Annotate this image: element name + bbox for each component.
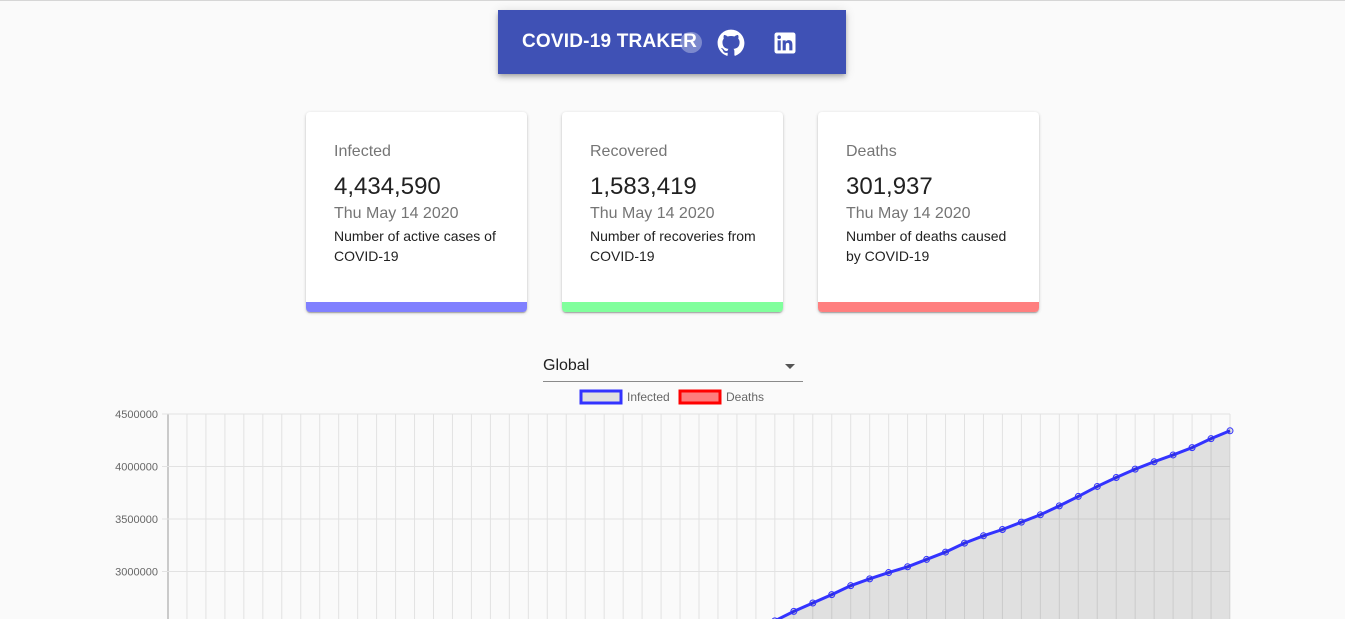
card-title: Deaths xyxy=(846,143,897,160)
card-recovered: Recovered 1,583,419 Thu May 14 2020 Numb… xyxy=(562,112,783,312)
title-ripple xyxy=(680,32,702,53)
data-point-infected[interactable] xyxy=(1150,458,1158,466)
data-point-infected[interactable] xyxy=(790,607,798,615)
data-point-infected[interactable] xyxy=(885,569,893,577)
data-point-infected[interactable] xyxy=(1207,435,1215,443)
data-point-infected[interactable] xyxy=(828,591,836,599)
data-point-infected[interactable] xyxy=(923,555,931,563)
card-value: 4,434,590 xyxy=(334,173,441,200)
card-accent-bar xyxy=(562,302,783,312)
top-rule xyxy=(0,0,1345,1)
data-point-infected[interactable] xyxy=(1188,444,1196,452)
card-date: Thu May 14 2020 xyxy=(846,205,971,222)
data-point-infected[interactable] xyxy=(1169,451,1177,459)
card-date: Thu May 14 2020 xyxy=(334,205,459,222)
card-infected: Infected 4,434,590 Thu May 14 2020 Numbe… xyxy=(306,112,527,312)
y-tick-label: 4000000 xyxy=(115,462,158,474)
dropdown-arrow-icon xyxy=(785,364,795,369)
card-title: Recovered xyxy=(590,143,668,160)
data-point-infected[interactable] xyxy=(1093,482,1101,490)
data-point-infected[interactable] xyxy=(809,599,817,607)
y-axis-ticks: 45000004000000350000030000002500000 xyxy=(115,409,158,579)
legend-label-deaths: Deaths xyxy=(726,390,764,404)
card-value: 301,937 xyxy=(846,173,933,200)
data-point-infected[interactable] xyxy=(961,539,968,547)
card-deaths: Deaths 301,937 Thu May 14 2020 Number of… xyxy=(818,112,1039,312)
app-title: COVID-19 TRAKER xyxy=(522,31,698,52)
card-description: Number of active cases of COVID-19 xyxy=(334,228,496,264)
card-value: 1,583,419 xyxy=(590,173,697,200)
data-point-infected[interactable] xyxy=(904,563,912,571)
linkedin-icon[interactable] xyxy=(771,29,799,57)
data-point-infected[interactable] xyxy=(866,575,874,583)
data-point-infected[interactable] xyxy=(1055,502,1063,510)
y-tick-label: 4500000 xyxy=(115,409,158,421)
legend-swatch-deaths[interactable] xyxy=(678,389,722,405)
data-point-infected[interactable] xyxy=(1036,511,1044,519)
card-accent-bar xyxy=(306,302,527,312)
chart-legend: Infected Deaths xyxy=(579,389,764,405)
data-point-infected[interactable] xyxy=(847,582,855,590)
data-point-infected[interactable] xyxy=(1112,474,1120,482)
data-point-infected[interactable] xyxy=(942,548,950,556)
card-title: Infected xyxy=(334,143,391,160)
data-point-infected[interactable] xyxy=(1017,518,1025,526)
data-point-infected[interactable] xyxy=(1131,465,1139,473)
country-select-value: Global xyxy=(543,357,590,374)
line-chart: Infected Deaths 4500000 4000000 3500000 300… xyxy=(115,389,1234,619)
legend-swatch-infected[interactable] xyxy=(579,389,623,405)
card-date: Thu May 14 2020 xyxy=(590,205,715,222)
y-tick-label: 3500000 xyxy=(115,514,158,526)
card-description: Number of deaths caused by COVID-19 xyxy=(846,228,1007,264)
data-point-infected[interactable] xyxy=(1226,427,1234,435)
card-accent-bar xyxy=(818,302,1039,312)
country-select[interactable]: Global xyxy=(543,355,803,382)
data-point-infected[interactable] xyxy=(998,526,1006,533)
data-point-infected[interactable] xyxy=(979,532,987,540)
github-icon[interactable] xyxy=(717,29,745,57)
data-point-infected[interactable] xyxy=(1074,492,1082,500)
card-description: Number of recoveries from COVID-19 xyxy=(590,228,756,264)
legend-label-infected: Infected xyxy=(627,390,670,404)
y-tick-label: 3000000 xyxy=(115,567,158,579)
